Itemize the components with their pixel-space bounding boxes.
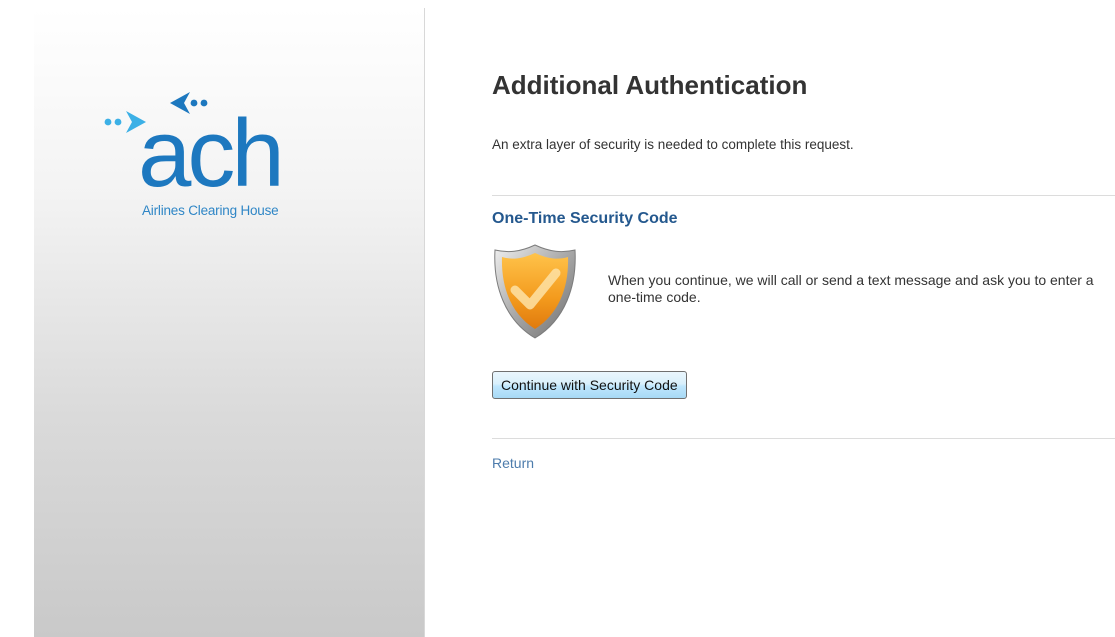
- security-code-heading: One-Time Security Code: [492, 210, 678, 227]
- page-title: Additional Authentication: [492, 70, 808, 100]
- logo-wordmark: ach: [138, 100, 285, 207]
- intro-text: An extra layer of security is needed to …: [492, 137, 854, 152]
- sidebar-divider: [424, 8, 425, 637]
- ach-logo: ach Airlines Clearing House: [96, 78, 336, 228]
- shield-checkmark-icon: [492, 242, 578, 345]
- logo-tagline: Airlines Clearing House: [142, 203, 279, 218]
- continue-security-code-button[interactable]: Continue with Security Code: [492, 371, 687, 399]
- security-description: When you continue, we will call or send …: [608, 272, 1094, 305]
- main-content: Additional Authentication An extra layer…: [492, 0, 1115, 637]
- return-link[interactable]: Return: [492, 455, 534, 471]
- divider-bottom: [492, 438, 1115, 439]
- divider-top: [492, 195, 1115, 196]
